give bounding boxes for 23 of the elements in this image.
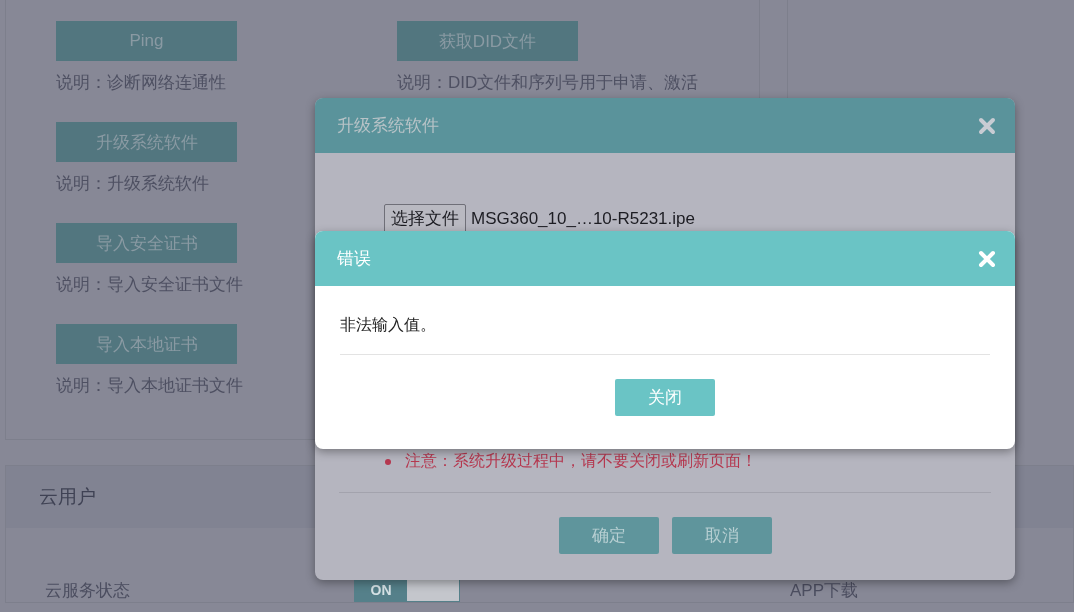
error-message: 非法输入值。	[340, 315, 437, 335]
field-label: APP下载	[790, 579, 859, 602]
close-button[interactable]: 关闭	[615, 379, 715, 416]
close-icon[interactable]	[977, 248, 997, 269]
dialog-button[interactable]: 取消	[671, 517, 772, 554]
dialog-button[interactable]: 确定	[558, 517, 659, 554]
tool-description: 说明：DID文件和序列号用于申请、激活	[397, 72, 699, 94]
file-name: MSG360_10_…10-R5231.ipe	[471, 208, 695, 229]
tool-description: 说明：诊断网络连通性	[56, 72, 226, 94]
dialog-title: 升级系统软件	[337, 115, 439, 137]
tool-description: 说明：导入安全证书文件	[56, 274, 243, 296]
bullet-icon	[385, 458, 391, 465]
tool-description: 说明：升级系统软件	[56, 173, 209, 195]
dialog-title: 错误	[337, 248, 371, 270]
choose-file-button[interactable]: 选择文件	[384, 204, 466, 233]
warning-text: 注意：系统升级过程中，请不要关闭或刷新页面！	[405, 451, 757, 471]
tool-button[interactable]: 获取DID文件	[397, 21, 578, 61]
tool-button[interactable]: 升级系统软件	[56, 122, 237, 162]
close-icon[interactable]	[977, 115, 997, 136]
tool-description: 说明：导入本地证书文件	[56, 375, 243, 397]
section-title: 云用户	[39, 485, 96, 509]
tool-button[interactable]: Ping	[56, 21, 237, 61]
field-label: 云服务状态	[45, 579, 131, 602]
